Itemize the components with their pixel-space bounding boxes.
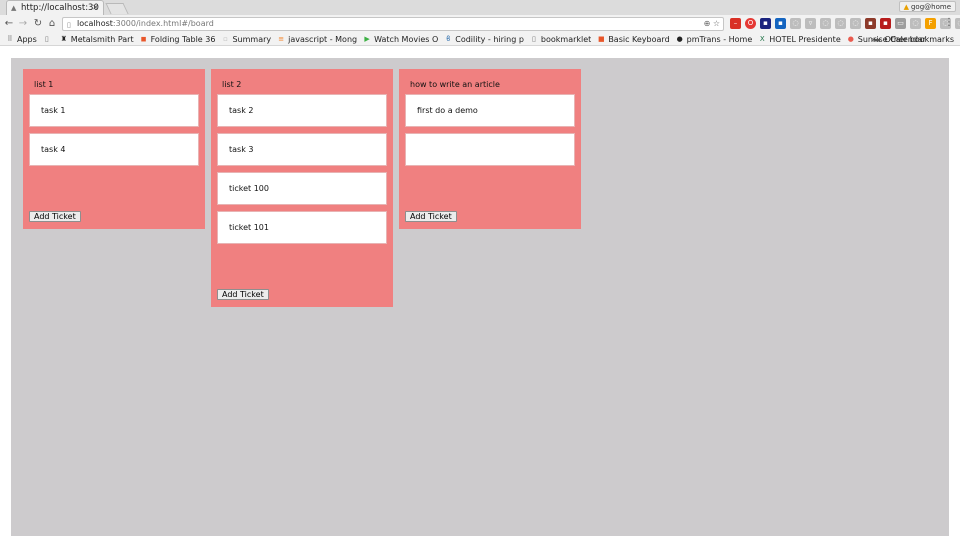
- profile-button[interactable]: ▲ gog@home: [898, 1, 956, 12]
- ticket-card[interactable]: ticket 101: [217, 211, 387, 244]
- address-bar[interactable]: ▯ localhost:3000/index.html#/board ⊕ ☆: [62, 17, 724, 31]
- extension-icon[interactable]: ▿: [805, 18, 816, 29]
- list-column: how to write an article first do a demo Ad…: [399, 69, 581, 229]
- list-title: list 1: [34, 80, 54, 89]
- bookmark-label: Basic Keyboard: [608, 34, 670, 44]
- extension-icon[interactable]: ◌: [850, 18, 861, 29]
- page-viewport: list 1 task 1 task 4 Add Ticket list 2 task 2…: [0, 46, 960, 547]
- tab-strip: ▲ http://localhost:30 ✕ ▲ gog@home: [0, 0, 960, 15]
- bookmark-label: Codility - hiring p: [455, 34, 524, 44]
- excel-icon: X: [759, 35, 765, 43]
- extension-icon[interactable]: ▪: [775, 18, 786, 29]
- play-icon: ▶: [364, 35, 370, 43]
- profile-name: gog@home: [910, 3, 951, 11]
- page-icon: ▯: [531, 35, 536, 43]
- zoom-icon[interactable]: ⊕: [704, 19, 711, 28]
- extension-icon[interactable]: F: [925, 18, 936, 29]
- bookmark-item[interactable]: ▶ Watch Movies O: [363, 35, 438, 44]
- bookmark-item[interactable]: ◼ Folding Table 36: [140, 35, 216, 44]
- ticket-card[interactable]: task 3: [217, 133, 387, 166]
- shop-icon: ◼: [140, 35, 147, 43]
- extension-icon[interactable]: ◌: [955, 18, 960, 29]
- list-title: how to write an article: [410, 80, 500, 89]
- bookmark-item[interactable]: ▯ bookmarklet: [530, 35, 591, 44]
- other-bookmarks-folder[interactable]: ▬ Other bookmarks: [873, 33, 954, 45]
- add-ticket-button[interactable]: Add Ticket: [217, 289, 269, 300]
- list-title: list 2: [222, 80, 242, 89]
- bookmarks-bar: ⠿ Apps ▯ ♜ Metalsmith Part ◼ Folding Table 36 ▫…: [0, 33, 960, 46]
- forward-arrow-icon[interactable]: →: [16, 16, 30, 32]
- ticket-card[interactable]: first do a demo: [405, 94, 575, 127]
- codility-icon: ϐ: [446, 35, 451, 43]
- extension-icon[interactable]: ◌: [820, 18, 831, 29]
- bookmark-label: Metalsmith Part: [70, 34, 134, 44]
- bookmark-item[interactable]: ■ Basic Keyboard: [597, 34, 670, 44]
- bookmark-item[interactable]: ⠿ Apps: [6, 34, 37, 44]
- extension-icon[interactable]: –: [730, 18, 741, 29]
- extension-icon[interactable]: ◌: [835, 18, 846, 29]
- page-loading-icon: ▲: [11, 4, 17, 12]
- stackoverflow-icon: ≡: [278, 35, 285, 43]
- page-info-icon: ▯: [67, 21, 71, 29]
- list-column: list 1 task 1 task 4 Add Ticket: [23, 69, 205, 229]
- blank-page-icon: ▫: [223, 35, 228, 43]
- extension-icon[interactable]: ▪: [865, 18, 876, 29]
- extension-icon[interactable]: ▪: [760, 18, 771, 29]
- reload-icon[interactable]: ↻: [31, 16, 45, 32]
- browser-toolbar: ← → ↻ ⌂ ▯ localhost:3000/index.html#/boa…: [0, 15, 960, 33]
- page-icon: ▯: [44, 35, 49, 43]
- bookmark-item[interactable]: ≡ javascript - Mong: [277, 35, 357, 44]
- list-column: list 2 task 2 task 3 ticket 100 ticket 101 Ad…: [211, 69, 393, 307]
- url-path: :3000/index.html#/board: [112, 19, 214, 28]
- other-bookmarks-label: Other bookmarks: [884, 35, 954, 44]
- bookmark-item[interactable]: ● pmTrans - Home: [676, 35, 753, 44]
- bookmark-label: pmTrans - Home: [686, 34, 753, 44]
- close-tab-icon[interactable]: ✕: [92, 1, 99, 15]
- bookmark-label: javascript - Mong: [288, 34, 358, 44]
- bookmark-item[interactable]: ▯: [43, 35, 54, 43]
- calendar-icon: ●: [847, 35, 854, 43]
- home-icon[interactable]: ⌂: [45, 16, 59, 32]
- bookmark-item[interactable]: ♜ Metalsmith Part: [60, 35, 134, 44]
- bookmark-label: Apps: [17, 34, 37, 44]
- cast-icon[interactable]: ▭: [895, 18, 906, 29]
- extension-icon[interactable]: ◌: [910, 18, 921, 29]
- browser-menu-icon[interactable]: ⋮: [944, 17, 954, 28]
- url-host: localhost: [77, 19, 113, 28]
- board: list 1 task 1 task 4 Add Ticket list 2 task 2…: [11, 58, 949, 536]
- ticket-card[interactable]: ticket 100: [217, 172, 387, 205]
- extension-icon[interactable]: ▪: [880, 18, 891, 29]
- bookmark-label: Folding Table 36: [150, 34, 216, 44]
- add-ticket-button[interactable]: Add Ticket: [29, 211, 81, 222]
- bookmark-label: bookmarklet: [540, 34, 592, 44]
- metalsmith-icon: ♜: [60, 35, 67, 43]
- extension-icons: – O ▪ ▪ ◌ ▿ ◌ ◌ ◌ ▪ ▪ ▭ ◌ F ◌ ◌: [730, 18, 960, 30]
- folder-icon: ▬: [874, 35, 881, 44]
- warning-icon: ▲: [903, 3, 909, 11]
- browser-tab[interactable]: ▲ http://localhost:30 ✕: [6, 0, 104, 15]
- bookmark-item[interactable]: ϐ Codility - hiring p: [444, 35, 524, 44]
- back-arrow-icon[interactable]: ←: [2, 16, 16, 32]
- bookmark-label: Watch Movies O: [374, 34, 439, 44]
- bookmark-item[interactable]: ▫ Summary: [221, 35, 271, 44]
- bookmark-label: Summary: [232, 34, 272, 44]
- add-ticket-button[interactable]: Add Ticket: [405, 211, 457, 222]
- keyboard-icon: ■: [598, 35, 605, 43]
- bookmark-label: HOTEL Presidente: [769, 34, 841, 44]
- tab-title: http://localhost:30: [21, 3, 99, 13]
- bookmark-star-icon[interactable]: ☆: [713, 19, 720, 28]
- apps-grid-icon: ⠿: [7, 35, 13, 43]
- new-tab-button[interactable]: [105, 3, 129, 14]
- bookmark-item[interactable]: X HOTEL Presidente: [758, 35, 841, 44]
- ticket-card[interactable]: task 2: [217, 94, 387, 127]
- ticket-card[interactable]: [405, 133, 575, 166]
- ticket-card[interactable]: task 1: [29, 94, 199, 127]
- github-icon: ●: [676, 35, 683, 43]
- opera-icon[interactable]: O: [745, 18, 756, 29]
- ticket-card[interactable]: task 4: [29, 133, 199, 166]
- extension-icon[interactable]: ◌: [790, 18, 801, 29]
